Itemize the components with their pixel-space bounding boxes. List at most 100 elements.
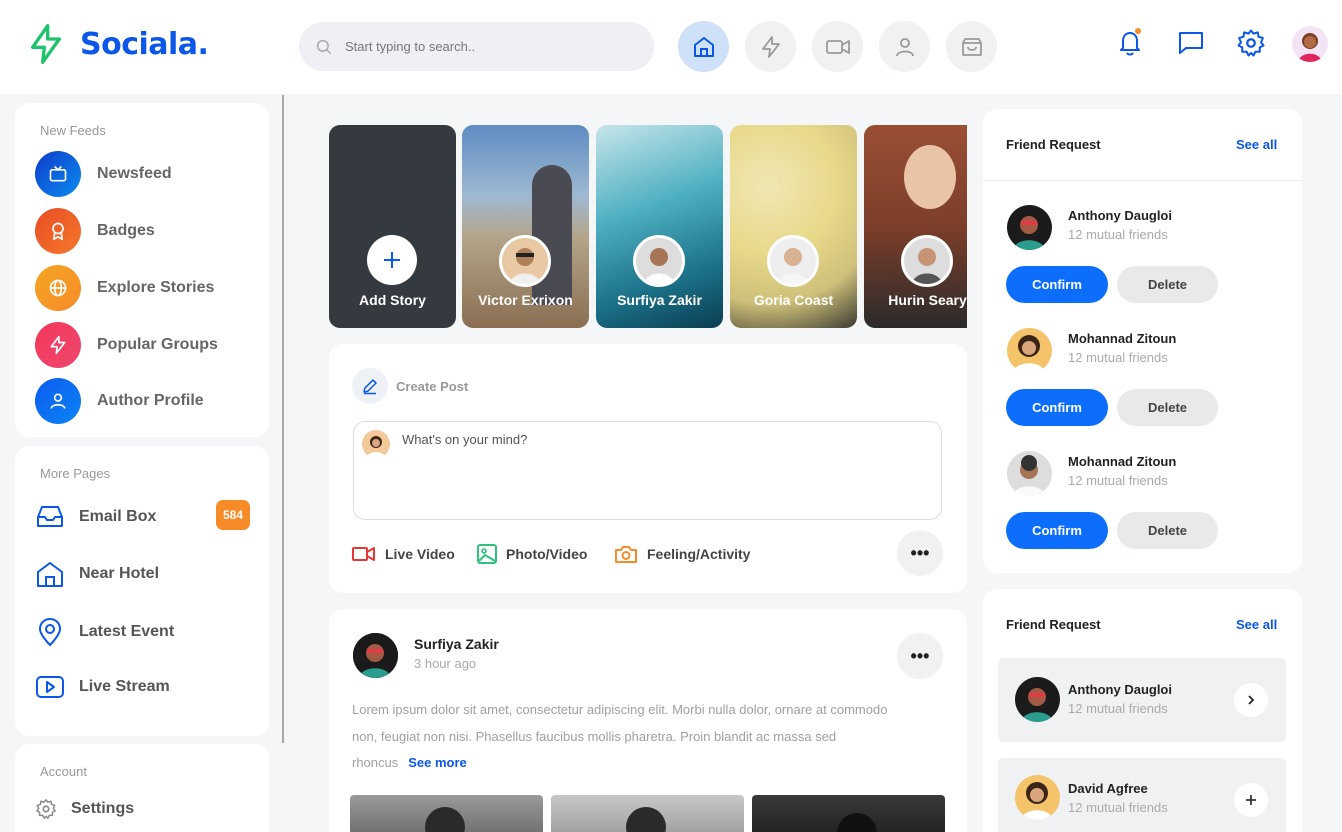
bell-icon: [1120, 28, 1141, 56]
story-card[interactable]: Goria Coast: [730, 125, 857, 328]
home-icon: [693, 36, 714, 57]
sidebar-item-badges[interactable]: Badges: [35, 208, 155, 254]
sidebar-item-live-stream[interactable]: Live Stream: [35, 674, 170, 700]
sidebar-item-popular-groups[interactable]: Popular Groups: [35, 322, 218, 368]
mutual-friends: 12 mutual friends: [1068, 473, 1168, 488]
sidebar-scrollbar[interactable]: [282, 95, 284, 743]
search-input[interactable]: [345, 39, 625, 54]
bolt-logo-icon: [30, 23, 61, 64]
friend-name[interactable]: Anthony Daugloi: [1068, 208, 1172, 223]
story-card[interactable]: Hurin Seary: [864, 125, 967, 328]
sidebar-item-email-box[interactable]: Email Box: [35, 504, 156, 530]
composer-avatar: [362, 430, 390, 458]
feeling-activity-button[interactable]: Feeling/Activity: [614, 544, 750, 564]
post-image[interactable]: [551, 795, 744, 832]
nav-bolt-button[interactable]: [745, 21, 796, 72]
story-avatar: [767, 235, 819, 287]
story-card[interactable]: Victor Exrixon: [462, 125, 589, 328]
post-more-button[interactable]: •••: [897, 633, 943, 679]
sidebar-item-latest-event[interactable]: Latest Event: [35, 617, 174, 647]
sidebar-item-label: Latest Event: [79, 623, 175, 640]
add-friend-button[interactable]: [1234, 783, 1268, 817]
post-image[interactable]: [350, 795, 543, 832]
nav-home-button[interactable]: [678, 21, 729, 72]
create-post-more-button[interactable]: •••: [897, 530, 943, 576]
sidebar-item-label: Email Box: [79, 508, 157, 525]
account-title: Account: [40, 764, 87, 779]
globe-icon: [35, 265, 81, 311]
nav-video-button[interactable]: [812, 21, 863, 72]
inbox-icon: [37, 506, 63, 527]
sidebar-item-label: Settings: [71, 800, 135, 817]
friend-avatar[interactable]: [1007, 328, 1052, 373]
friend-avatar[interactable]: [1007, 451, 1052, 496]
friend-row[interactable]: Anthony Daugloi 12 mutual friends: [998, 658, 1286, 742]
post-author-avatar[interactable]: [353, 633, 398, 678]
friend-avatar: [1015, 775, 1060, 820]
friend-name: David Agfree: [1068, 781, 1148, 796]
action-label: Photo/Video: [506, 546, 588, 562]
sidebar-item-label: Near Hotel: [79, 565, 160, 582]
messages-button[interactable]: [1176, 28, 1206, 58]
friend-row[interactable]: David Agfree 12 mutual friends: [998, 758, 1286, 832]
user-avatar[interactable]: [1292, 26, 1328, 62]
post-body: Lorem ipsum dolor sit amet, consectetur …: [352, 697, 892, 777]
settings-button[interactable]: [1236, 28, 1266, 58]
top-header: Sociala.: [0, 0, 1342, 94]
nav-shop-button[interactable]: [946, 21, 997, 72]
delete-button[interactable]: Delete: [1117, 389, 1218, 426]
shopping-bag-icon: [961, 37, 982, 56]
gear-icon: [1237, 29, 1265, 57]
view-friend-button[interactable]: [1234, 683, 1268, 717]
confirm-button[interactable]: Confirm: [1006, 512, 1108, 549]
post-image[interactable]: [752, 795, 945, 832]
chevron-right-icon: [1248, 695, 1255, 705]
delete-button[interactable]: Delete: [1117, 266, 1218, 303]
feeds-title: New Feeds: [40, 123, 106, 138]
story-avatar: [901, 235, 953, 287]
video-icon: [825, 39, 850, 54]
photo-video-button[interactable]: Photo/Video: [477, 544, 587, 564]
friend-name[interactable]: Mohannad Zitoun: [1068, 454, 1176, 469]
search-bar[interactable]: [299, 22, 654, 71]
story-card[interactable]: Surfiya Zakir: [596, 125, 723, 328]
mutual-friends: 12 mutual friends: [1068, 350, 1168, 365]
sidebar-item-settings[interactable]: Settings: [35, 798, 134, 820]
friend-avatar[interactable]: [1007, 205, 1052, 250]
sidebar-item-newsfeed[interactable]: Newsfeed: [35, 151, 172, 197]
add-story-card[interactable]: Add Story: [329, 125, 456, 328]
home-icon: [37, 562, 63, 587]
sidebar-item-label: Explore Stories: [97, 279, 215, 296]
plus-icon: [1246, 795, 1256, 805]
nav-profile-button[interactable]: [879, 21, 930, 72]
sidebar-item-label: Live Stream: [79, 678, 170, 695]
friend-name[interactable]: Mohannad Zitoun: [1068, 331, 1176, 346]
live-video-button[interactable]: Live Video: [352, 544, 455, 564]
see-more-link[interactable]: See more: [408, 755, 467, 770]
story-name: Surfiya Zakir: [617, 292, 702, 308]
sidebar-item-label: Newsfeed: [97, 165, 172, 182]
search-icon: [316, 39, 332, 54]
see-all-link[interactable]: See all: [1236, 137, 1277, 152]
story-name: Victor Exrixon: [478, 292, 573, 308]
email-count-badge: 584: [216, 500, 250, 530]
confirm-button[interactable]: Confirm: [1006, 389, 1108, 426]
mutual-friends: 12 mutual friends: [1068, 701, 1168, 716]
logo[interactable]: Sociala.: [26, 22, 209, 66]
add-story-button[interactable]: [367, 235, 417, 285]
app-name: Sociala.: [80, 26, 209, 62]
sidebar-item-author-profile[interactable]: Author Profile: [35, 378, 204, 424]
video-icon: [352, 547, 375, 561]
story-name: Hurin Seary: [888, 292, 967, 308]
post-textarea[interactable]: [402, 432, 932, 512]
post-composer[interactable]: [353, 421, 942, 520]
delete-button[interactable]: Delete: [1117, 512, 1218, 549]
notifications-button[interactable]: [1115, 28, 1145, 58]
sidebar-item-explore-stories[interactable]: Explore Stories: [35, 265, 214, 311]
see-all-link[interactable]: See all: [1236, 617, 1277, 632]
sidebar-item-near-hotel[interactable]: Near Hotel: [35, 560, 159, 588]
confirm-button[interactable]: Confirm: [1006, 266, 1108, 303]
action-label: Feeling/Activity: [647, 546, 751, 562]
friend-request-title: Friend Request: [1006, 617, 1101, 632]
post-author-name[interactable]: Surfiya Zakir: [414, 636, 499, 652]
